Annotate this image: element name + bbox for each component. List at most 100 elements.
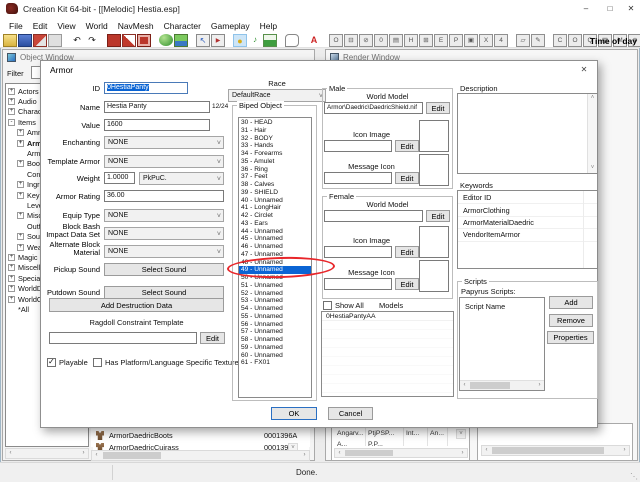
biped-item[interactable]: 58 - Unnamed (239, 336, 311, 344)
show-all-checkbox[interactable] (323, 301, 332, 310)
tree-expand-icon[interactable]: + (17, 244, 24, 251)
tree-expand-icon[interactable] (17, 171, 24, 178)
tree-expand-icon[interactable] (17, 150, 24, 157)
biped-item[interactable]: 59 - Unnamed (239, 344, 311, 352)
template-armor-select[interactable]: NONE (104, 155, 224, 168)
biped-item[interactable]: 61 - FX01 (239, 359, 311, 367)
script-properties-button[interactable]: Properties (547, 331, 594, 344)
biped-item[interactable]: 44 - Unnamed (239, 228, 311, 236)
dialog-close-icon[interactable]: ✕ (574, 63, 594, 77)
biped-item[interactable]: 41 - LongHair (239, 204, 311, 212)
tool-2-icon[interactable]: ✎ (531, 34, 545, 47)
menu-item[interactable]: Gameplay (206, 21, 255, 31)
biped-item[interactable]: 36 - Ring (239, 166, 311, 174)
equip-type-select[interactable]: NONE (104, 209, 224, 222)
male-message-icon-field[interactable] (324, 172, 392, 184)
window-11-icon[interactable]: X (479, 34, 493, 47)
close-button[interactable]: ✕ (619, 0, 640, 18)
tree-expand-icon[interactable]: + (8, 275, 15, 282)
vscroll-down-icon[interactable] (456, 429, 466, 439)
scroll-left-icon[interactable] (6, 449, 15, 458)
tree-expand-icon[interactable]: + (8, 296, 15, 303)
window-9-icon[interactable]: P (449, 34, 463, 47)
menu-item[interactable]: Edit (28, 21, 53, 31)
tree-expand-icon[interactable]: - (8, 119, 15, 126)
biped-item[interactable]: 55 - Unnamed (239, 313, 311, 321)
biped-item[interactable]: 43 - Ears (239, 220, 311, 228)
window-1-icon[interactable]: O (329, 34, 343, 47)
platform-textures-checkbox[interactable] (93, 358, 102, 367)
view-2-icon[interactable]: O (568, 34, 582, 47)
sound-marker-icon[interactable]: ♪ (248, 34, 262, 47)
ok-button[interactable]: OK (271, 407, 317, 420)
biped-item[interactable]: 60 - Unnamed (239, 352, 311, 360)
tree-expand-icon[interactable]: + (8, 98, 15, 105)
scroll-thumb[interactable] (345, 450, 393, 456)
ref-hscrollbar[interactable] (334, 448, 468, 458)
minimize-button[interactable]: – (574, 0, 598, 18)
view-1-icon[interactable]: C (553, 34, 567, 47)
tree-expand-icon[interactable]: + (17, 192, 24, 199)
lights-toggle-icon[interactable]: ● (233, 34, 247, 47)
biped-item[interactable]: 40 - Unnamed (239, 197, 311, 205)
biped-item[interactable]: 56 - Unnamed (239, 321, 311, 329)
window-3-icon[interactable]: ⊘ (359, 34, 373, 47)
window-10-icon[interactable]: ▣ (464, 34, 478, 47)
biped-item[interactable]: 46 - Unnamed (239, 243, 311, 251)
tree-expand-icon[interactable]: + (8, 254, 15, 261)
ragdoll-field[interactable] (49, 332, 197, 344)
male-icon-image-field[interactable] (324, 140, 392, 152)
weight-field[interactable]: 1.0000 (104, 172, 135, 184)
scroll-up-icon[interactable] (588, 94, 597, 103)
biped-item[interactable]: 39 - SHIELD (239, 189, 311, 197)
scroll-right-icon[interactable] (300, 451, 309, 460)
ref-cell[interactable]: A... (337, 441, 347, 448)
female-world-model-edit-button[interactable]: Edit (426, 210, 450, 222)
menu-item[interactable]: File (4, 21, 28, 31)
tree-expand-icon[interactable]: + (17, 129, 24, 136)
resize-grip-icon[interactable]: ⋱ (630, 472, 638, 481)
weight-class-select[interactable]: PkPuC. (139, 172, 224, 185)
biped-item[interactable]: 34 - Forearms (239, 150, 311, 158)
version-data-icon[interactable] (33, 34, 47, 47)
tree-hscrollbar[interactable] (5, 448, 89, 459)
animation-icon[interactable]: ▶ (211, 34, 225, 47)
description-textarea[interactable] (457, 93, 598, 174)
preferences-icon[interactable] (48, 34, 62, 47)
tree-expand-icon[interactable]: + (17, 233, 24, 240)
enchanting-select[interactable]: NONE (104, 136, 224, 149)
list-hscrollbar[interactable] (91, 450, 310, 461)
havok-sim-icon[interactable] (159, 34, 173, 46)
scripts-hscrollbar[interactable] (460, 380, 544, 390)
menu-item[interactable]: View (52, 21, 80, 31)
script-add-button[interactable]: Add (549, 296, 593, 309)
tree-expand-icon[interactable]: + (8, 88, 15, 95)
window-8-icon[interactable]: E (434, 34, 448, 47)
scroll-right-icon[interactable] (620, 446, 629, 455)
scroll-thumb[interactable] (470, 382, 510, 389)
tool-1-icon[interactable]: ▱ (516, 34, 530, 47)
keyword-item[interactable]: VendorItemArmor (458, 229, 597, 241)
alt-block-select[interactable]: NONE (104, 245, 224, 258)
male-world-model-field[interactable]: Armor\Daedric\DaedricShield.nif (324, 102, 423, 114)
scroll-down-icon[interactable] (588, 164, 597, 173)
ragdoll-edit-button[interactable]: Edit (200, 332, 225, 344)
ref-cell[interactable]: An... (430, 430, 444, 437)
biped-item[interactable]: 53 - Unnamed (239, 297, 311, 305)
warnings-icon[interactable]: A (307, 34, 321, 47)
biped-item[interactable]: 35 - Amulet (239, 158, 311, 166)
window-6-icon[interactable]: H (404, 34, 418, 47)
block-bash-select[interactable]: NONE (104, 227, 224, 240)
menu-item[interactable]: World (81, 21, 113, 31)
biped-item[interactable]: 42 - Circlet (239, 212, 311, 220)
value-field[interactable]: 1600 (104, 119, 210, 131)
ref-cell[interactable]: P.P... (368, 441, 383, 448)
redo-icon[interactable]: ↷ (85, 34, 99, 47)
biped-item[interactable]: 33 - Hands (239, 142, 311, 150)
biped-item[interactable]: 37 - Feet (239, 173, 311, 181)
biped-item[interactable]: 54 - Unnamed (239, 305, 311, 313)
playable-checkbox[interactable] (47, 358, 56, 367)
object-select-icon[interactable]: ↖ (196, 34, 210, 47)
scroll-thumb[interactable] (492, 447, 604, 454)
keyword-item[interactable]: ArmorMaterialDaedric (458, 217, 597, 229)
